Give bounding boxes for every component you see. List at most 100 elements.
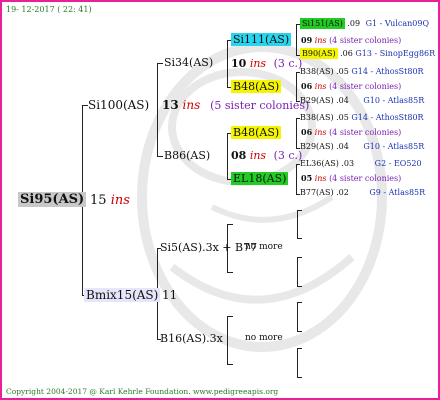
g3-si34-year-number: 10 (231, 57, 247, 70)
g3-si34-year: 10 ins (3 c.) (231, 58, 302, 69)
g5-queen-origin: G14 - AthosSt80R (351, 113, 424, 122)
g4-si111-year: 09 ins (4 sister colonies) (301, 36, 401, 45)
connector-line (297, 210, 302, 211)
g4-el18-year-number: 05 (301, 173, 313, 183)
g5-row[interactable]: EL36(AS) .03 G2 - EO520 (300, 160, 422, 168)
connector-line (297, 377, 302, 378)
g5-queen-year: .05 (336, 67, 349, 76)
connector-line (157, 63, 158, 156)
connector-line (297, 348, 302, 349)
connector-line (227, 316, 233, 317)
connector-line (297, 257, 298, 286)
root-queen[interactable]: Si95(AS) (18, 192, 87, 207)
g4-b48a-year-number: 06 (301, 81, 313, 91)
sire-ins-label: ins (182, 98, 201, 112)
g4-b48a-queen[interactable]: B48(AS) (231, 80, 282, 93)
g3-b86-sisters[interactable]: (3 c.) (274, 149, 303, 162)
g5-queen-year: .09 (347, 19, 361, 28)
g5-row[interactable]: B90(AS) .06 G13 - SinopEgg86R (300, 48, 436, 59)
connector-line (296, 72, 297, 101)
g5-queen-name: B38(AS) (300, 67, 334, 76)
connector-line (297, 238, 302, 239)
connector-line (227, 364, 233, 365)
g5-queen-name: EL36(AS) (300, 159, 339, 168)
sire-year: 13 ins (5 sister colonies) (162, 99, 309, 111)
g4-b48b-year-number: 06 (301, 127, 313, 137)
g5-queen-name: Si151(AS) (300, 18, 345, 29)
g3-b86-queen[interactable]: B86(AS) (164, 150, 210, 161)
connector-line (297, 302, 302, 303)
g3-si5-no-more: no more (245, 242, 283, 252)
g5-queen-name: B29(AS) (300, 142, 334, 151)
g4-b48a-year: 06 ins (4 sister colonies) (301, 82, 401, 91)
connector-line (297, 286, 302, 287)
g5-queen-origin: G2 - EO520 (374, 159, 422, 168)
root-year: 15 ins (90, 194, 130, 207)
g5-row[interactable]: B29(AS) .04 G10 - Atlas85R (300, 143, 424, 151)
connector-line (227, 316, 228, 364)
g3-si34-queen[interactable]: Si34(AS) (164, 57, 213, 68)
g5-row[interactable]: Si151(AS) .09 G1 - Vulcan09Q (300, 18, 430, 29)
g3-si34-ins-label: ins (249, 57, 267, 70)
g4-el18-sisters[interactable]: (4 sister colonies) (329, 174, 401, 183)
g4-b48b-sisters[interactable]: (4 sister colonies) (329, 128, 401, 137)
g4-el18-year: 05 ins (4 sister colonies) (301, 174, 401, 183)
dam-queen[interactable]: Bmix15(AS) (84, 288, 161, 302)
g5-queen-origin: G10 - Atlas85R (363, 142, 425, 151)
g5-queen-name: B77(AS) (300, 188, 334, 197)
g4-si111-year-number: 09 (301, 35, 313, 45)
g4-si111-sisters[interactable]: (4 sister colonies) (329, 36, 401, 45)
g4-si111-ins-label: ins (314, 36, 327, 45)
g4-b48a-ins-label: ins (314, 82, 327, 91)
connector-line (227, 40, 228, 87)
connector-line (157, 156, 163, 157)
connector-line (297, 257, 302, 258)
connector-line (227, 272, 233, 273)
g4-b48a-sisters[interactable]: (4 sister colonies) (329, 82, 401, 91)
g4-el18-queen[interactable]: EL18(AS) (231, 172, 289, 185)
g4-si111-queen[interactable]: Si111(AS) (231, 33, 292, 46)
connector-line (296, 118, 297, 148)
pedigree-frame: 19- 12-2017 ( 22: 41) Si95(AS) 15 ins Si… (0, 0, 440, 400)
g4-b48b-year: 06 ins (4 sister colonies) (301, 128, 401, 137)
g3-b86-ins-label: ins (249, 149, 267, 162)
g5-queen-origin: G9 - Atlas85R (369, 188, 426, 197)
connector-line (296, 24, 297, 55)
dam-year: 11 (162, 288, 178, 302)
g5-queen-name: B90(AS) (300, 48, 338, 59)
g3-si34-sisters[interactable]: (3 c.) (274, 57, 303, 70)
connector-line (297, 348, 298, 377)
g5-queen-year: .04 (336, 96, 349, 105)
g5-row[interactable]: B38(AS) .05 G14 - AthosSt80R (300, 68, 424, 76)
copyright-footer: Copyright 2004-2017 @ Karl Kehrle Founda… (6, 387, 279, 396)
g5-row[interactable]: B29(AS) .04 G10 - Atlas85R (300, 97, 424, 105)
g5-queen-origin: G10 - Atlas85R (363, 96, 425, 105)
g5-queen-name: B29(AS) (300, 96, 334, 105)
g5-row[interactable]: B77(AS) .02 G9 - Atlas85R (300, 189, 425, 197)
g5-queen-origin: G14 - AthosSt80R (351, 67, 424, 76)
g5-queen-year: .05 (336, 113, 349, 122)
g4-b48b-ins-label: ins (314, 128, 327, 137)
g3-b16-queen[interactable]: B16(AS).3x (160, 333, 223, 344)
g5-queen-origin: G13 - SinopEgg86R (355, 49, 436, 58)
connector-line (297, 331, 302, 332)
connector-line (157, 63, 163, 64)
connector-line (296, 164, 297, 194)
g5-queen-year: .04 (336, 142, 349, 151)
root-ins-label: ins (110, 193, 130, 208)
g5-queen-name: B38(AS) (300, 113, 334, 122)
connector-line (227, 133, 228, 179)
g5-queen-year: .06 (340, 49, 353, 58)
sire-queen[interactable]: Si100(AS) (88, 99, 149, 111)
g4-b48b-queen[interactable]: B48(AS) (231, 126, 282, 139)
g3-b16-no-more: no more (245, 333, 283, 343)
g3-b86-year-number: 08 (231, 149, 247, 162)
connector-line (297, 210, 298, 238)
g5-queen-origin: G1 - Vulcan09Q (365, 19, 430, 28)
root-year-number: 15 (90, 193, 107, 208)
g5-queen-year: .02 (336, 188, 349, 197)
g5-row[interactable]: B38(AS) .05 G14 - AthosSt80R (300, 114, 424, 122)
sire-sisters[interactable]: (5 sister colonies) (210, 99, 309, 112)
date-stamp: 19- 12-2017 ( 22: 41) (6, 5, 92, 14)
g3-si5-queen[interactable]: Si5(AS).3x + B77 (160, 242, 257, 253)
